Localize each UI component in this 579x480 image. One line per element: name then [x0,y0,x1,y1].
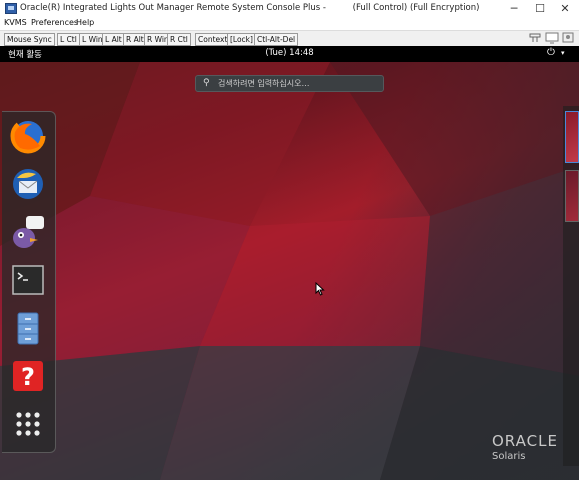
maximize-button[interactable]: ☐ [533,2,547,16]
menu-preferences[interactable]: Preferences [31,18,78,27]
monitor-icon[interactable] [545,32,559,47]
search-icon: ⚲ [203,78,210,88]
mouse-sync-button[interactable]: Mouse Sync [4,33,55,46]
dash-panel: ? [2,111,56,453]
firefox-icon[interactable] [10,118,46,154]
window-title-text: Oracle(R) Integrated Lights Out Manager … [20,3,326,13]
close-button[interactable]: ✕ [558,2,572,16]
power-icon[interactable]: ⏻ [547,47,555,58]
ctl-alt-del-button[interactable]: Ctl-Alt-Del [254,33,299,46]
solaris-text: Solaris [492,451,526,462]
oracle-solaris-logo: ORACLE Solaris [492,432,558,462]
workspace-thumbnail[interactable] [565,170,579,222]
kvm-toolbar: Mouse Sync L Ctl L Win L Alt R Alt R Win… [0,30,579,47]
l-alt-button[interactable]: L Alt [102,33,125,46]
help-icon[interactable]: ? [10,358,46,394]
pidgin-icon[interactable] [10,214,46,250]
window-title: Oracle(R) Integrated Lights Out Manager … [20,3,479,13]
r-ctl-button[interactable]: R Ctl [167,33,191,46]
minimize-button[interactable]: ─ [507,2,521,16]
file-manager-icon[interactable] [10,310,46,346]
oracle-brand-text: ORACLE [492,432,558,450]
terminal-icon[interactable] [10,262,46,298]
search-placeholder: 검색하려면 입력하십시오… [218,79,310,88]
menu-help[interactable]: Help [76,18,94,27]
window-mode-text: (Full Control) (Full Encryption) [352,3,480,13]
display-icon[interactable] [561,32,575,47]
keyboard-icon[interactable] [528,32,542,47]
menu-bar: KVMS Preferences Help [0,18,579,30]
wallpaper [0,62,579,480]
lock-button[interactable]: [Lock] [227,33,256,46]
gnome-top-bar: 현재 활동 (Tue) 14:48 ⏻ ▾ [0,46,579,62]
context-button[interactable]: Context [195,33,231,46]
menu-kvms[interactable]: KVMS [4,18,27,27]
clock[interactable]: (Tue) 14:48 [0,48,579,58]
mouse-cursor-icon [315,282,325,296]
remote-desktop[interactable]: 현재 활동 (Tue) 14:48 ⏻ ▾ ⚲ 검색하려면 입력하십시오… ? … [0,46,579,480]
window-titlebar[interactable]: Oracle(R) Integrated Lights Out Manager … [0,0,579,19]
search-input[interactable]: ⚲ 검색하려면 입력하십시오… [195,75,384,92]
app-icon [5,3,17,14]
chevron-down-icon[interactable]: ▾ [561,49,565,57]
show-apps-icon[interactable] [10,406,46,442]
l-ctl-button[interactable]: L Ctl [57,33,80,46]
svg-text:?: ? [21,363,35,391]
thunderbird-icon[interactable] [10,166,46,202]
workspace-thumbnail-active[interactable] [565,111,579,163]
